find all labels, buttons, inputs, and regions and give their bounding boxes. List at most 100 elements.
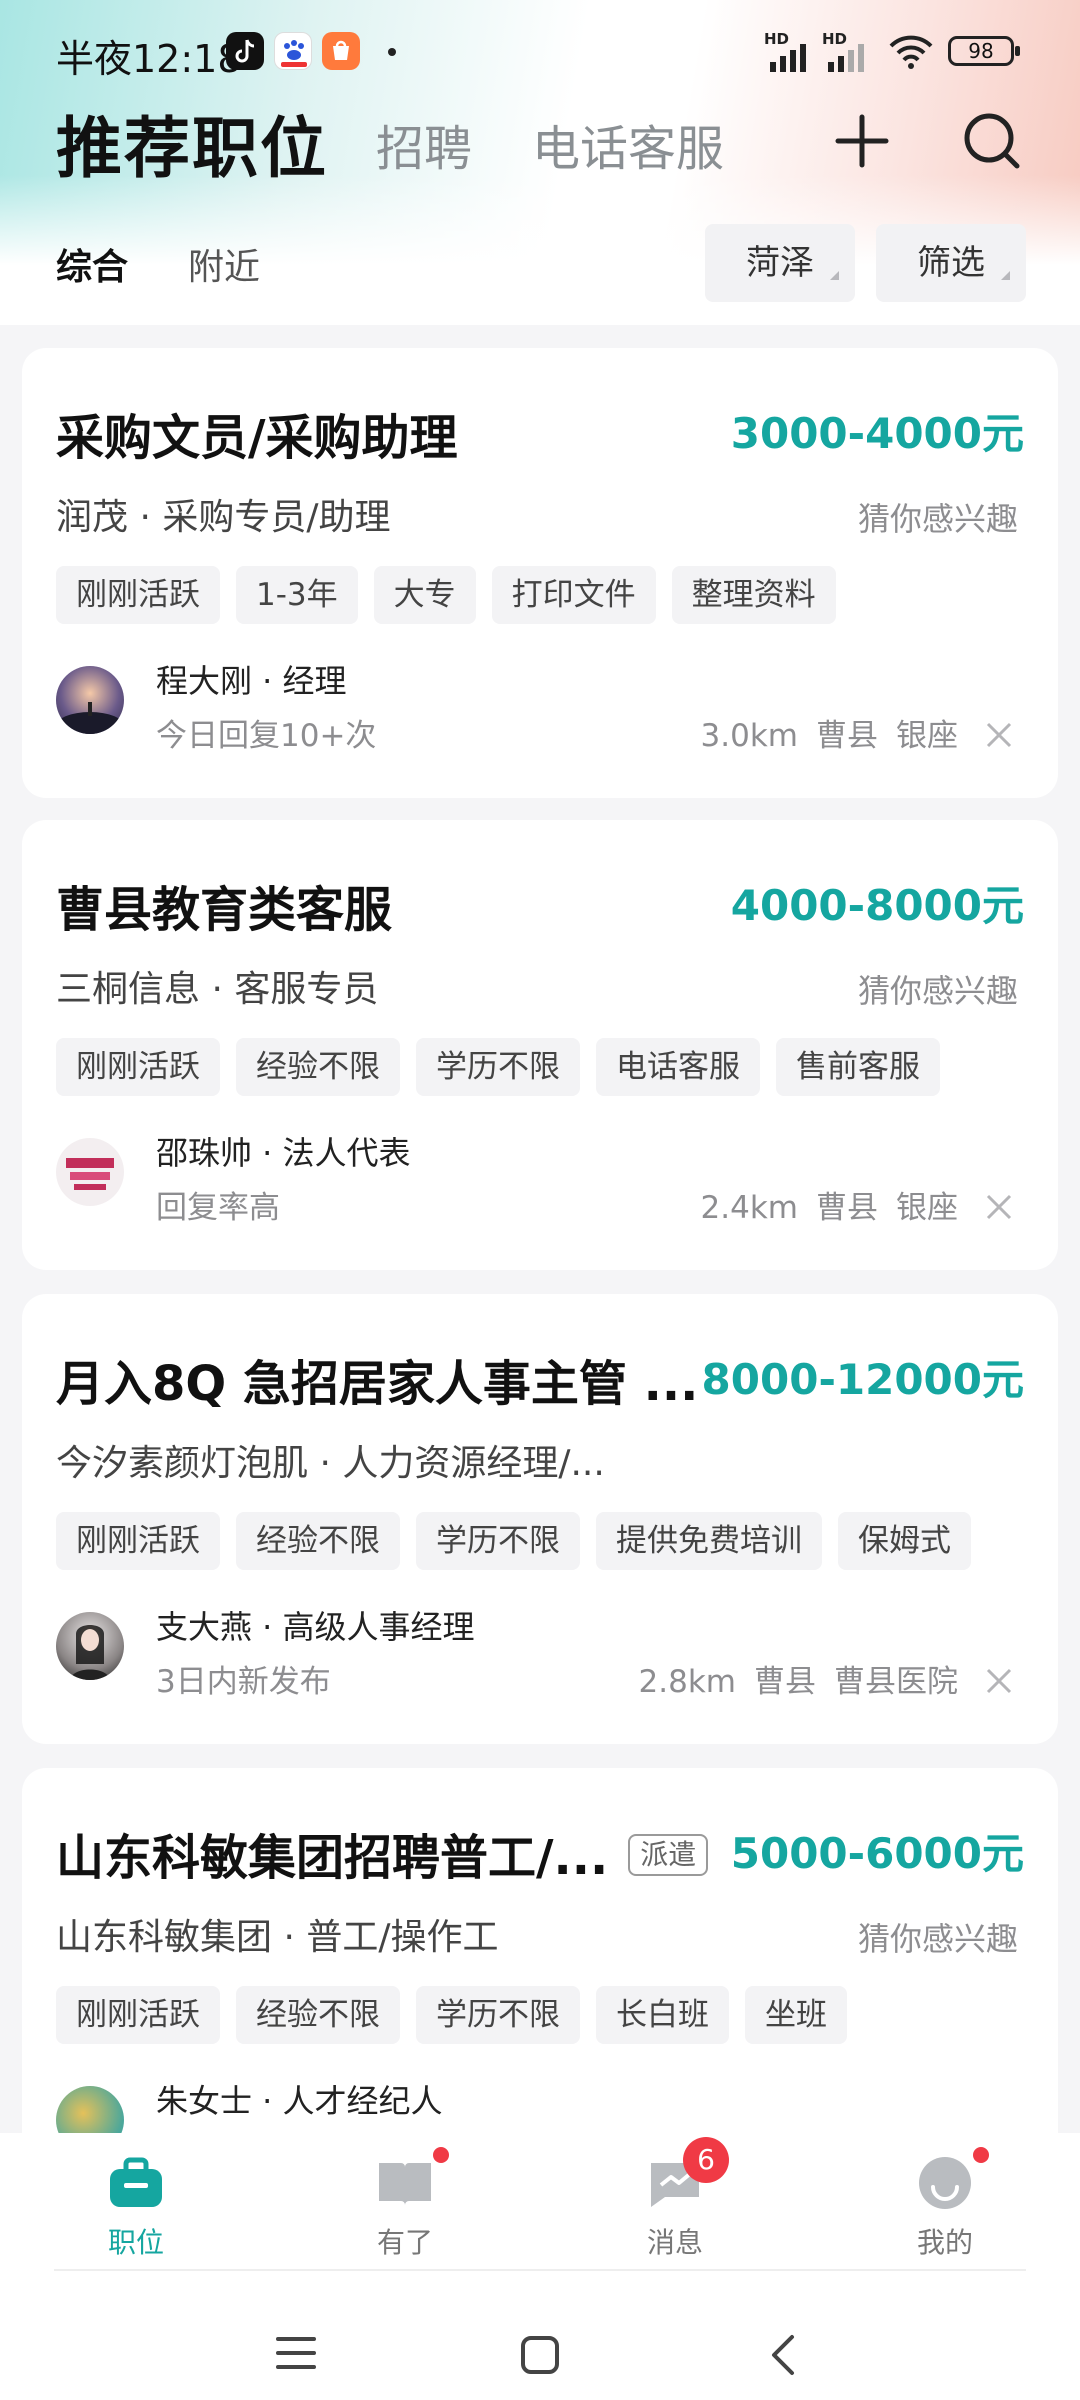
job-tag: 学历不限 xyxy=(416,1986,580,2044)
page-title[interactable]: 推荐职位 xyxy=(56,95,328,191)
status-bar: 半夜12:18 HD HD 98 xyxy=(0,0,1080,100)
job-title: 月入8Q 急招居家人事主管 ... xyxy=(56,1356,699,1412)
job-tag: 学历不限 xyxy=(416,1512,580,1570)
job-title: 采购文员/采购助理 xyxy=(56,410,458,466)
reply-rate: 今日回复10+次 xyxy=(156,718,377,754)
job-tags: 刚刚活跃 经验不限 学历不限 提供免费培训 保姆式 xyxy=(56,1512,971,1570)
district: 曹县 xyxy=(816,718,878,754)
recruiter-name: 程大刚 · 经理 xyxy=(156,662,347,700)
tab-recruit[interactable]: 招聘 xyxy=(376,109,472,179)
add-icon[interactable] xyxy=(830,109,894,173)
job-tag: 经验不限 xyxy=(236,1986,400,2044)
home-icon[interactable] xyxy=(518,2333,562,2377)
job-tag: 学历不限 xyxy=(416,1038,580,1096)
corner-triangle-icon xyxy=(830,271,839,280)
recruiter-name: 支大燕 · 高级人事经理 xyxy=(156,1608,475,1646)
job-tag: 刚刚活跃 xyxy=(56,1512,220,1570)
job-tag: 打印文件 xyxy=(491,566,656,624)
wifi-icon xyxy=(889,35,933,69)
baidu-icon xyxy=(274,32,312,70)
job-card[interactable]: 曹县教育类客服 4000-8000元 三桐信息 · 客服专员 猜你感兴趣 刚刚活… xyxy=(22,820,1058,1270)
close-icon[interactable] xyxy=(984,1666,1014,1696)
interest-label: 猜你感兴趣 xyxy=(857,500,1018,538)
city-filter-button[interactable]: 菏泽 xyxy=(705,224,855,302)
company-position: 三桐信息 · 客服专员 xyxy=(56,969,379,1010)
reply-rate: 3日内新发布 xyxy=(156,1664,331,1700)
job-tag: 经验不限 xyxy=(236,1512,400,1570)
close-icon[interactable] xyxy=(984,720,1014,750)
job-card[interactable]: 月入8Q 急招居家人事主管 ... 8000-12000元 今汐素颜灯泡肌 · … xyxy=(22,1294,1058,1744)
sub-navigation: 综合 附近 菏泽 筛选 xyxy=(0,220,1080,320)
nav-label: 消息 xyxy=(646,2226,703,2259)
nav-label: 职位 xyxy=(107,2226,164,2259)
notification-dot xyxy=(388,48,396,56)
nav-youle[interactable]: 有了 xyxy=(325,2147,485,2261)
profile-icon xyxy=(915,2147,989,2213)
reply-rate: 回复率高 xyxy=(156,1190,280,1226)
avatar xyxy=(56,1612,124,1680)
area: 曹县医院 xyxy=(834,1664,958,1700)
area: 银座 xyxy=(896,718,958,754)
notification-dot xyxy=(433,2147,449,2163)
recruiter-name: 邵珠帅 · 法人代表 xyxy=(156,1134,411,1172)
divider xyxy=(54,2269,1026,2271)
tiktok-icon xyxy=(226,32,264,70)
interest-label: 猜你感兴趣 xyxy=(857,972,1018,1010)
filter-label: 筛选 xyxy=(917,243,985,283)
job-tag: 售前客服 xyxy=(776,1038,940,1096)
job-title: 曹县教育类客服 xyxy=(56,882,393,938)
job-tag: 1-3年 xyxy=(236,566,358,624)
job-tag: 大专 xyxy=(373,566,476,624)
job-card[interactable]: 采购文员/采购助理 3000-4000元 润茂 · 采购专员/助理 猜你感兴趣 … xyxy=(22,348,1058,798)
tab-phone-service[interactable]: 电话客服 xyxy=(532,109,724,179)
tab-nearby[interactable]: 附近 xyxy=(188,238,260,290)
page-header: 推荐职位 招聘 电话客服 xyxy=(0,95,1080,187)
close-icon[interactable] xyxy=(984,1192,1014,1222)
job-tag: 提供免费培训 xyxy=(596,1512,822,1570)
message-icon: 6 xyxy=(645,2137,729,2213)
bottom-navigation: 职位 有了 6 消息 我的 xyxy=(0,2133,1080,2400)
dispatch-badge: 派遣 xyxy=(628,1834,709,1876)
tab-comprehensive[interactable]: 综合 xyxy=(56,238,128,290)
city-filter-label: 菏泽 xyxy=(746,243,814,283)
job-tag: 刚刚活跃 xyxy=(56,566,220,624)
job-tag: 经验不限 xyxy=(236,1038,400,1096)
job-tag: 刚刚活跃 xyxy=(56,1038,220,1096)
job-tag: 整理资料 xyxy=(671,566,836,624)
company-position: 山东科敏集团 · 普工/操作工 xyxy=(56,1917,499,1958)
job-location: 2.8km 曹县 曹县医院 xyxy=(639,1656,958,1701)
job-salary: 3000-4000元 xyxy=(730,409,1024,458)
book-icon xyxy=(375,2147,449,2213)
back-icon[interactable] xyxy=(764,2333,804,2377)
job-tag: 电话客服 xyxy=(596,1038,760,1096)
corner-triangle-icon xyxy=(1001,271,1010,280)
district: 曹县 xyxy=(754,1664,816,1700)
nav-label: 我的 xyxy=(916,2226,973,2259)
search-icon[interactable] xyxy=(960,109,1024,173)
job-tags: 刚刚活跃 经验不限 学历不限 长白班 坐班 xyxy=(56,1986,847,2044)
job-location: 2.4km 曹县 银座 xyxy=(701,1182,958,1227)
job-tags: 刚刚活跃 1-3年 大专 打印文件 整理资料 xyxy=(56,566,836,624)
job-tag: 保姆式 xyxy=(838,1512,971,1570)
nav-jobs[interactable]: 职位 xyxy=(56,2153,216,2261)
filter-button[interactable]: 筛选 xyxy=(876,224,1026,302)
app-screen: 半夜12:18 HD HD 98 推荐职位 招聘 电话客服 综合 附近 菏泽 筛… xyxy=(0,0,1080,2400)
briefcase-icon xyxy=(106,2153,166,2213)
nav-label: 有了 xyxy=(376,2226,433,2259)
menu-icon[interactable] xyxy=(272,2333,320,2373)
status-time: 半夜12:18 xyxy=(56,37,242,81)
notification-dot xyxy=(973,2147,989,2163)
avatar xyxy=(56,1138,124,1206)
company-position: 今汐素颜灯泡肌 · 人力资源经理/... xyxy=(56,1443,605,1484)
recruiter-name: 朱女士 · 人才经纪人 xyxy=(156,2082,443,2120)
battery-indicator: 98 xyxy=(948,36,1020,66)
job-salary: 4000-8000元 xyxy=(730,881,1024,930)
distance: 2.4km xyxy=(700,1190,798,1226)
nav-profile[interactable]: 我的 xyxy=(865,2147,1025,2261)
nav-messages[interactable]: 6 消息 xyxy=(595,2137,755,2261)
company-position: 润茂 · 采购专员/助理 xyxy=(56,497,391,538)
job-salary: 8000-12000元 xyxy=(701,1355,1024,1404)
distance: 3.0km xyxy=(700,718,798,754)
distance: 2.8km xyxy=(638,1664,736,1700)
shopping-app-icon xyxy=(322,32,360,70)
